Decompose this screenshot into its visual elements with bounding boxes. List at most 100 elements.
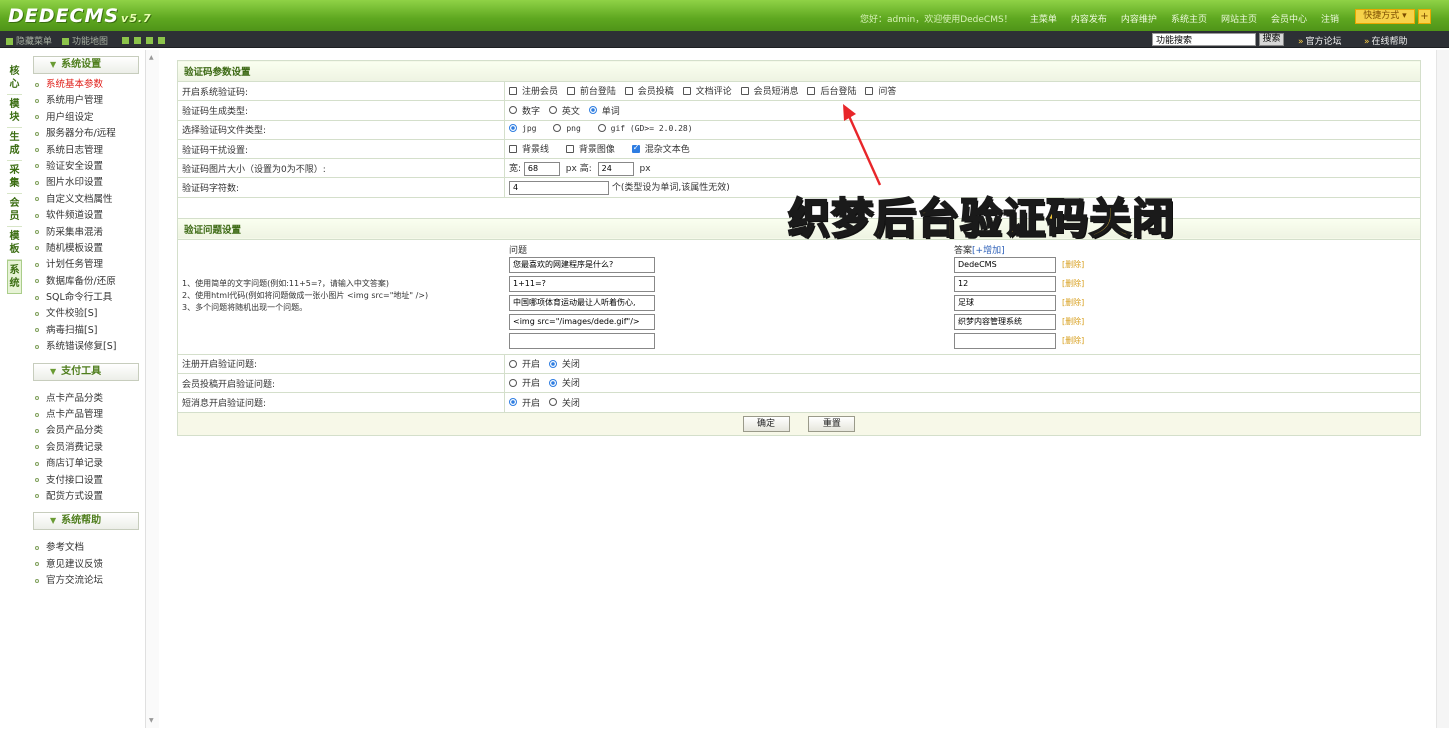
question-input[interactable] <box>509 275 655 292</box>
menu-item[interactable]: 会员产品分类 <box>25 423 143 439</box>
radio-jpg[interactable]: jpg <box>509 124 536 133</box>
menu-group-payment-tools[interactable]: ▼ 支付工具 <box>33 362 139 381</box>
menu-item[interactable]: 系统用户管理 <box>25 93 143 109</box>
menu-item[interactable]: 商店订单记录 <box>25 456 143 472</box>
search-button[interactable]: 搜索 <box>1259 33 1284 46</box>
nav-logout[interactable]: 注销 <box>1321 12 1339 25</box>
menu-item[interactable]: 点卡产品管理 <box>25 407 143 423</box>
tab-core[interactable]: 核心 <box>7 62 22 95</box>
menu-item[interactable]: 防采集串混淆 <box>25 225 143 241</box>
tab-members[interactable]: 会员 <box>7 194 22 227</box>
answer-input[interactable] <box>954 294 1056 311</box>
checkbox-front-login[interactable]: 前台登陆 <box>566 84 616 97</box>
delete-button[interactable]: [删除] <box>1062 316 1084 327</box>
checkbox-qa[interactable]: 问答 <box>865 84 896 97</box>
nav-site-home[interactable]: 网站主页 <box>1221 12 1257 25</box>
tab-generate[interactable]: 生成 <box>7 128 22 161</box>
menu-item[interactable]: SQL命令行工具 <box>25 290 143 306</box>
checkbox-bg-line[interactable]: 背景线 <box>509 142 549 155</box>
menu-item[interactable]: 随机模板设置 <box>25 241 143 257</box>
official-forum-link[interactable]: » 官方论坛 <box>1298 34 1342 47</box>
tab-modules[interactable]: 模块 <box>7 95 22 128</box>
ok-button[interactable]: 确定 <box>742 415 790 432</box>
delete-button[interactable]: [删除] <box>1062 297 1084 308</box>
radio-number[interactable]: 数字 <box>509 104 540 117</box>
question-input[interactable] <box>509 313 655 330</box>
delete-button[interactable]: [删除] <box>1062 278 1084 289</box>
scroll-up-icon[interactable]: ▲ <box>149 54 154 61</box>
answer-input[interactable] <box>954 313 1056 330</box>
tab-collect[interactable]: 采集 <box>7 161 22 194</box>
question-input[interactable] <box>509 332 655 349</box>
menu-item[interactable]: 点卡产品分类 <box>25 391 143 407</box>
checkbox-admin-login[interactable]: 后台登陆 <box>807 84 856 97</box>
length-input[interactable] <box>509 180 609 195</box>
page-scrollbar[interactable] <box>1436 50 1449 728</box>
radio-register-on[interactable]: 开启 <box>509 357 540 370</box>
menu-item[interactable]: 参考文档 <box>25 540 143 556</box>
nav-content-publish[interactable]: 内容发布 <box>1071 12 1107 25</box>
checkbox-bg-image[interactable]: 背景图像 <box>565 142 615 155</box>
menu-item[interactable]: 会员消费记录 <box>25 440 143 456</box>
reset-button[interactable]: 重置 <box>808 415 856 432</box>
menu-group-system-settings[interactable]: ▼ 系统设置 <box>33 56 139 74</box>
height-input[interactable] <box>597 161 634 176</box>
menu-item[interactable]: 病毒扫描[S] <box>25 323 143 339</box>
menu-item[interactable]: 支付接口设置 <box>25 473 143 489</box>
scroll-down-icon[interactable]: ▼ <box>149 717 154 724</box>
layout-icon-4[interactable] <box>158 37 166 44</box>
menu-item[interactable]: 系统基本参数 <box>25 77 143 93</box>
radio-submit-on[interactable]: 开启 <box>509 376 540 389</box>
layout-icon-3[interactable] <box>146 37 154 44</box>
menu-item[interactable]: 自定义文档属性 <box>25 192 143 208</box>
checkbox-mixed-color[interactable]: 混杂文本色 <box>631 142 690 155</box>
width-input[interactable] <box>523 161 560 176</box>
menu-item[interactable]: 用户组设定 <box>25 110 143 126</box>
checkbox-comment[interactable]: 文档评论 <box>682 84 732 97</box>
question-input[interactable] <box>509 256 655 273</box>
checkbox-member-message[interactable]: 会员短消息 <box>740 84 799 97</box>
menu-item[interactable]: 系统错误修复[S] <box>25 339 143 355</box>
layout-icon-1[interactable] <box>122 37 130 44</box>
radio-gif[interactable]: gif (GD>= 2.0.28) <box>597 124 693 133</box>
add-question-button[interactable]: [+增加] <box>972 246 1005 256</box>
menu-item[interactable]: 文件校验[S] <box>25 306 143 322</box>
radio-message-on[interactable]: 开启 <box>509 396 540 409</box>
online-help-link[interactable]: » 在线帮助 <box>1364 34 1408 47</box>
menu-item[interactable]: 系统日志管理 <box>25 143 143 159</box>
nav-system-home[interactable]: 系统主页 <box>1171 12 1207 25</box>
nav-member-center[interactable]: 会员中心 <box>1271 12 1307 25</box>
hide-menu-button[interactable]: 隐藏菜单 <box>6 34 52 47</box>
menu-item[interactable]: 服务器分布/远程 <box>25 126 143 142</box>
question-input[interactable] <box>509 294 655 311</box>
logo[interactable]: DEDECMS v5.7 <box>8 5 152 27</box>
menu-group-system-help[interactable]: ▼ 系统帮助 <box>33 512 139 531</box>
radio-english[interactable]: 英文 <box>548 104 580 117</box>
function-search-input[interactable] <box>1152 33 1256 46</box>
menu-item[interactable]: 软件频道设置 <box>25 208 143 224</box>
tab-system[interactable]: 系统 <box>7 260 22 294</box>
menu-item[interactable]: 计划任务管理 <box>25 257 143 273</box>
menu-item[interactable]: 官方交流论坛 <box>25 573 143 589</box>
checkbox-member-submit[interactable]: 会员投稿 <box>624 84 674 97</box>
menu-item[interactable]: 意见建议反馈 <box>25 557 143 573</box>
delete-button[interactable]: [删除] <box>1062 259 1084 270</box>
answer-input[interactable] <box>954 332 1056 349</box>
answer-input[interactable] <box>954 275 1056 292</box>
menu-item[interactable]: 图片水印设置 <box>25 175 143 191</box>
radio-register-off[interactable]: 关闭 <box>548 357 580 370</box>
radio-message-off[interactable]: 关闭 <box>548 396 580 409</box>
nav-main-menu[interactable]: 主菜单 <box>1030 12 1057 25</box>
menu-item[interactable]: 验证安全设置 <box>25 159 143 175</box>
nav-content-maintain[interactable]: 内容维护 <box>1121 12 1157 25</box>
quick-menu-button[interactable]: 快捷方式 ▾ <box>1355 9 1415 24</box>
quick-add-button[interactable]: + <box>1418 9 1431 24</box>
answer-input[interactable] <box>954 256 1056 273</box>
site-map-button[interactable]: 功能地图 <box>62 34 108 47</box>
tab-templates[interactable]: 模板 <box>7 227 22 260</box>
sidebar-scrollbar[interactable]: ▲ ▼ <box>145 50 159 728</box>
checkbox-register[interactable]: 注册会员 <box>509 84 558 97</box>
delete-button[interactable]: [删除] <box>1062 335 1084 346</box>
radio-word[interactable]: 单词 <box>588 104 620 117</box>
radio-png[interactable]: png <box>553 124 581 133</box>
